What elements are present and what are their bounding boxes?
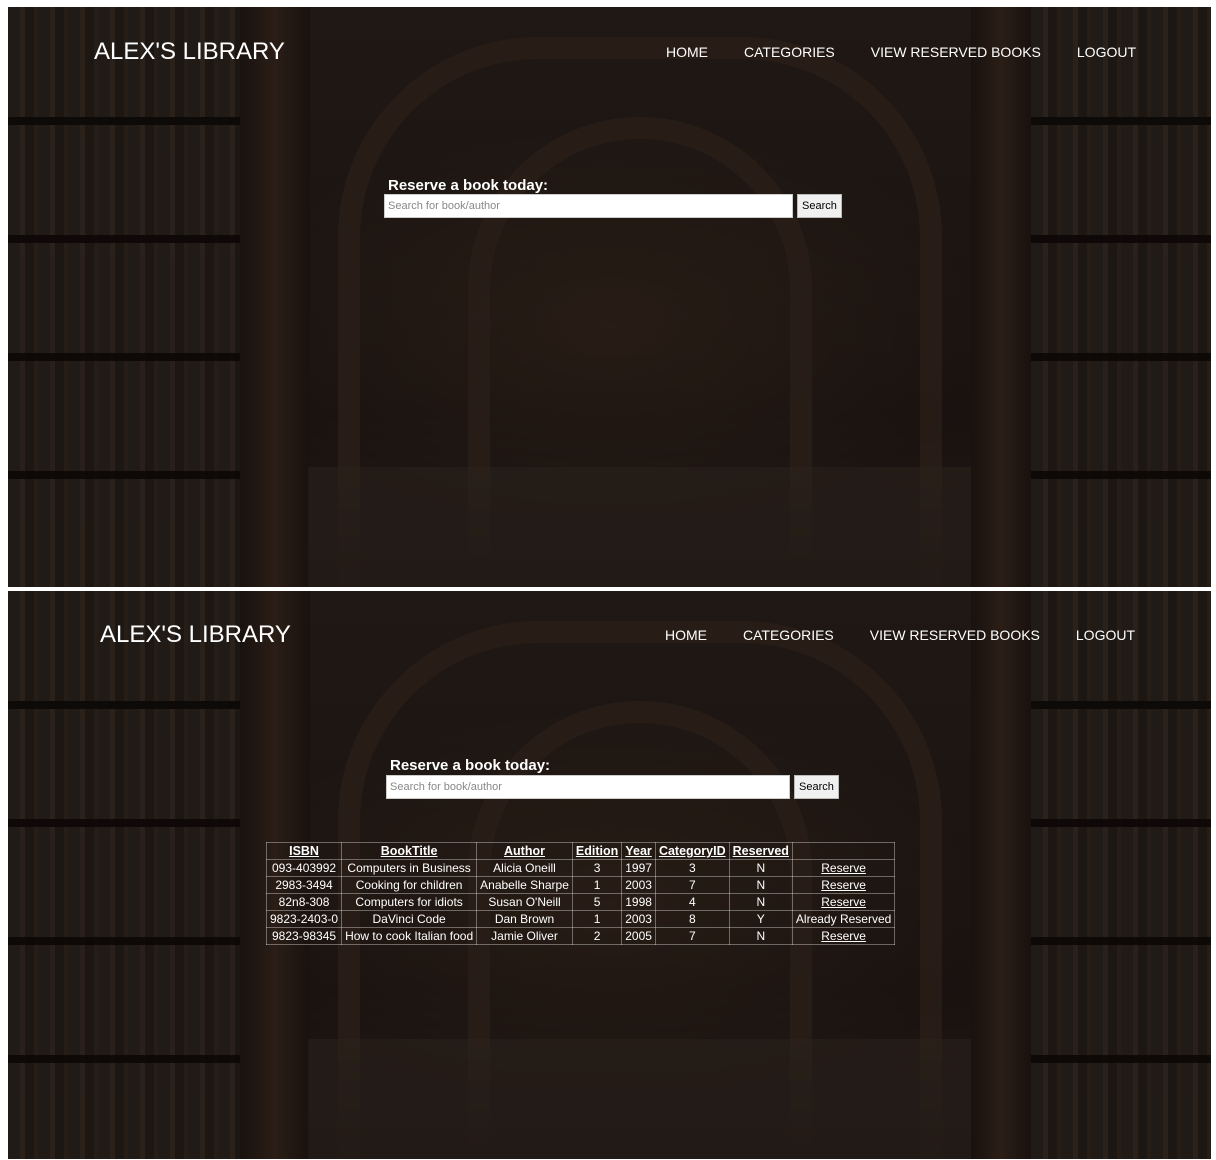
column-header-booktitle: BookTitle bbox=[341, 842, 478, 860]
table-row: 9823-2403-0 DaVinci Code Dan Brown 1 2003 8 Y A… bbox=[265, 910, 896, 928]
column-header-isbn: ISBN bbox=[265, 842, 343, 860]
reserve-link[interactable]: Reserve bbox=[821, 878, 866, 892]
reserve-link[interactable]: Reserve bbox=[821, 861, 866, 875]
cell-reserved: N bbox=[728, 927, 793, 945]
cell-action: Already Reserved bbox=[791, 910, 896, 928]
search-input[interactable] bbox=[386, 775, 790, 799]
search-input[interactable] bbox=[384, 194, 793, 218]
cell-author: Susan O'Neill bbox=[476, 893, 573, 911]
already-reserved-label: Already Reserved bbox=[795, 912, 892, 926]
cell-edition: 5 bbox=[571, 893, 623, 911]
cell-category: 3 bbox=[654, 859, 730, 877]
cell-edition: 3 bbox=[571, 859, 623, 877]
cell-title: Computers for idiots bbox=[341, 893, 478, 911]
cell-action: Reserve bbox=[791, 927, 896, 945]
nav-home[interactable]: HOME bbox=[665, 627, 707, 643]
cell-title: Cooking for children bbox=[341, 876, 478, 894]
cell-title: How to cook Italian food bbox=[341, 927, 478, 945]
cell-isbn: 2983-3494 bbox=[265, 876, 343, 894]
cell-year: 2005 bbox=[621, 927, 656, 945]
main-nav: HOME CATEGORIES VIEW RESERVED BOOKS LOGO… bbox=[666, 44, 1172, 60]
table-row: 82n8-308 Computers for idiots Susan O'Neil… bbox=[265, 893, 896, 911]
column-header-year: Year bbox=[621, 842, 656, 860]
search-heading: Reserve a book today: bbox=[390, 757, 551, 774]
cell-title: Computers in Business bbox=[341, 859, 478, 877]
column-header-author: Author bbox=[476, 842, 573, 860]
screenshot-search-results: ALEX'S LIBRARY HOME CATEGORIES VIEW RESE… bbox=[8, 591, 1211, 1159]
cell-year: 2003 bbox=[621, 910, 656, 928]
screenshot-before-search: ALEX'S LIBRARY HOME CATEGORIES VIEW RESE… bbox=[8, 7, 1211, 587]
cell-category: 7 bbox=[654, 876, 730, 894]
table-row: 2983-3494 Cooking for children Anabelle Sh… bbox=[265, 876, 896, 894]
cell-edition: 1 bbox=[571, 876, 623, 894]
cell-title: DaVinci Code bbox=[341, 910, 478, 928]
cell-reserved: Y bbox=[728, 910, 793, 928]
cell-isbn: 093-403992 bbox=[265, 859, 343, 877]
nav-logout[interactable]: LOGOUT bbox=[1076, 627, 1135, 643]
cell-category: 7 bbox=[654, 927, 730, 945]
column-header-edition: Edition bbox=[571, 842, 623, 860]
cell-author: Jamie Oliver bbox=[476, 927, 573, 945]
nav-view-reserved-books[interactable]: VIEW RESERVED BOOKS bbox=[871, 44, 1041, 60]
nav-logout[interactable]: LOGOUT bbox=[1077, 44, 1136, 60]
cell-year: 1998 bbox=[621, 893, 656, 911]
cell-isbn: 82n8-308 bbox=[265, 893, 343, 911]
column-header-categoryid: CategoryID bbox=[654, 842, 730, 860]
cell-reserved: N bbox=[728, 876, 793, 894]
cell-action: Reserve bbox=[791, 876, 896, 894]
cell-isbn: 9823-98345 bbox=[265, 927, 343, 945]
search-heading: Reserve a book today: bbox=[388, 177, 549, 194]
cell-year: 1997 bbox=[621, 859, 656, 877]
cell-year: 2003 bbox=[621, 876, 656, 894]
nav-home[interactable]: HOME bbox=[666, 44, 708, 60]
cell-author: Alicia Oneill bbox=[476, 859, 573, 877]
reserve-link[interactable]: Reserve bbox=[821, 929, 866, 943]
table-row: 9823-98345 How to cook Italian food Jamie … bbox=[265, 927, 896, 945]
table-header-row: ISBN BookTitle Author Edition Year Categ… bbox=[265, 842, 896, 860]
cell-isbn: 9823-2403-0 bbox=[265, 910, 343, 928]
nav-categories[interactable]: CATEGORIES bbox=[744, 44, 835, 60]
cell-action: Reserve bbox=[791, 893, 896, 911]
cell-action: Reserve bbox=[791, 859, 896, 877]
main-nav: HOME CATEGORIES VIEW RESERVED BOOKS LOGO… bbox=[665, 627, 1171, 643]
search-button[interactable]: Search bbox=[797, 194, 842, 218]
cell-author: Anabelle Sharpe bbox=[476, 876, 573, 894]
column-header-action bbox=[791, 842, 896, 860]
site-title[interactable]: ALEX'S LIBRARY bbox=[94, 38, 285, 66]
cell-edition: 1 bbox=[571, 910, 623, 928]
results-table: ISBN BookTitle Author Edition Year Categ… bbox=[265, 842, 896, 945]
nav-categories[interactable]: CATEGORIES bbox=[743, 627, 834, 643]
reserve-link[interactable]: Reserve bbox=[821, 895, 866, 909]
nav-view-reserved-books[interactable]: VIEW RESERVED BOOKS bbox=[870, 627, 1040, 643]
cell-edition: 2 bbox=[571, 927, 623, 945]
column-header-reserved: Reserved bbox=[728, 842, 793, 860]
site-title[interactable]: ALEX'S LIBRARY bbox=[100, 621, 291, 649]
table-row: 093-403992 Computers in Business Alicia On… bbox=[265, 859, 896, 877]
search-button[interactable]: Search bbox=[794, 775, 839, 799]
cell-category: 4 bbox=[654, 893, 730, 911]
background-overlay bbox=[8, 7, 1211, 587]
cell-reserved: N bbox=[728, 859, 793, 877]
cell-reserved: N bbox=[728, 893, 793, 911]
cell-category: 8 bbox=[654, 910, 730, 928]
cell-author: Dan Brown bbox=[476, 910, 573, 928]
